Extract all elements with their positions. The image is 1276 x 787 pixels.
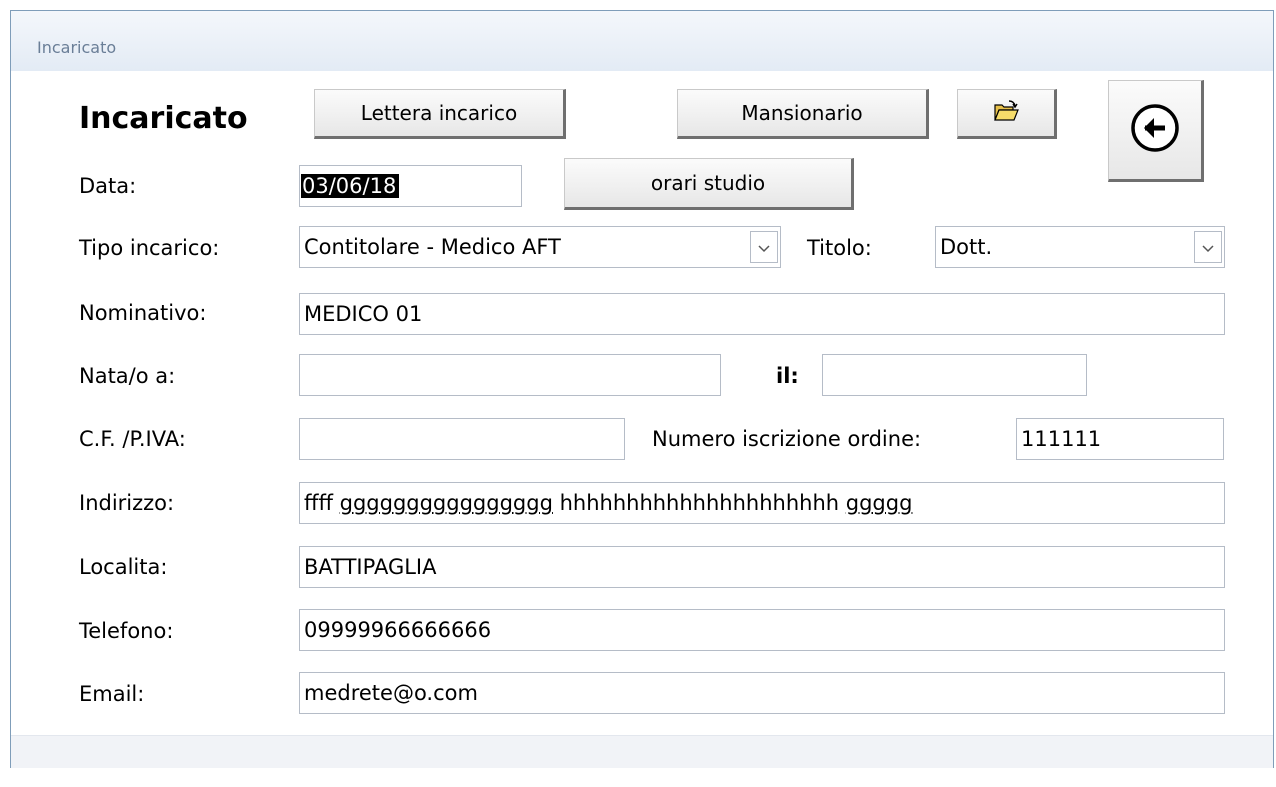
indirizzo-label: Indirizzo: [79,491,175,515]
data-label: Data: [79,174,137,198]
window-title: Incaricato [37,38,117,57]
titolo-value: Dott. [940,235,993,259]
numero-iscrizione-label: Numero iscrizione ordine: [652,427,922,451]
cf-label: C.F. /P.IVA: [79,427,186,451]
nata-field[interactable] [299,354,721,396]
indirizzo-text-3: hhhhhhhhhhhhhhhhhhhhh [552,491,846,515]
email-value: medrete@o.com [304,681,478,705]
numero-iscrizione-field[interactable]: 111111 [1016,418,1224,460]
nominativo-field[interactable]: MEDICO 01 [299,293,1225,335]
email-label: Email: [79,682,145,706]
localita-field[interactable]: BATTIPAGLIA [299,546,1225,588]
telefono-field[interactable]: 09999966666666 [299,609,1225,651]
il-field[interactable] [822,354,1087,396]
back-button[interactable] [1108,80,1204,182]
email-field[interactable]: medrete@o.com [299,672,1225,714]
open-folder-icon [993,99,1019,127]
form-heading: Incaricato [79,101,248,136]
window-titlebar: Incaricato [11,11,1273,72]
tipo-incarico-combo[interactable]: Contitolare - Medico AFT [299,226,781,268]
il-label: il: [776,364,799,388]
localita-label: Localita: [79,555,168,579]
data-value: 03/06/18 [301,174,400,198]
chevron-down-icon [1201,235,1215,259]
numero-iscrizione-value: 111111 [1021,427,1102,451]
indirizzo-text-4: ggggg [845,491,913,515]
tipo-incarico-value: Contitolare - Medico AFT [304,235,561,259]
indirizzo-field[interactable]: ffff gggggggggggggggg hhhhhhhhhhhhhhhhhh… [299,482,1225,524]
titolo-dropdown-button[interactable] [1194,231,1222,263]
lettera-incarico-button[interactable]: Lettera incarico [314,89,566,139]
telefono-label: Telefono: [79,619,174,643]
tipo-incarico-dropdown-button[interactable] [750,231,778,263]
telefono-value: 09999966666666 [304,618,492,642]
nominativo-value: MEDICO 01 [304,302,423,326]
localita-value: BATTIPAGLIA [304,555,437,579]
nata-label: Nata/o a: [79,364,176,388]
form-footer [11,735,1273,768]
titolo-combo[interactable]: Dott. [935,226,1225,268]
nominativo-label: Nominativo: [79,301,207,325]
back-arrow-icon [1129,102,1181,159]
indirizzo-text-1: ffff [304,491,340,515]
mansionario-button[interactable]: Mansionario [677,89,929,139]
cf-field[interactable] [299,418,625,460]
chevron-down-icon [757,235,771,259]
open-folder-button[interactable] [957,89,1057,139]
orari-studio-button[interactable]: orari studio [564,158,854,210]
data-field[interactable]: 03/06/18 [299,165,522,207]
titolo-label: Titolo: [807,236,872,260]
indirizzo-text-2: gggggggggggggggg [339,491,553,515]
tipo-incarico-label: Tipo incarico: [79,236,220,260]
